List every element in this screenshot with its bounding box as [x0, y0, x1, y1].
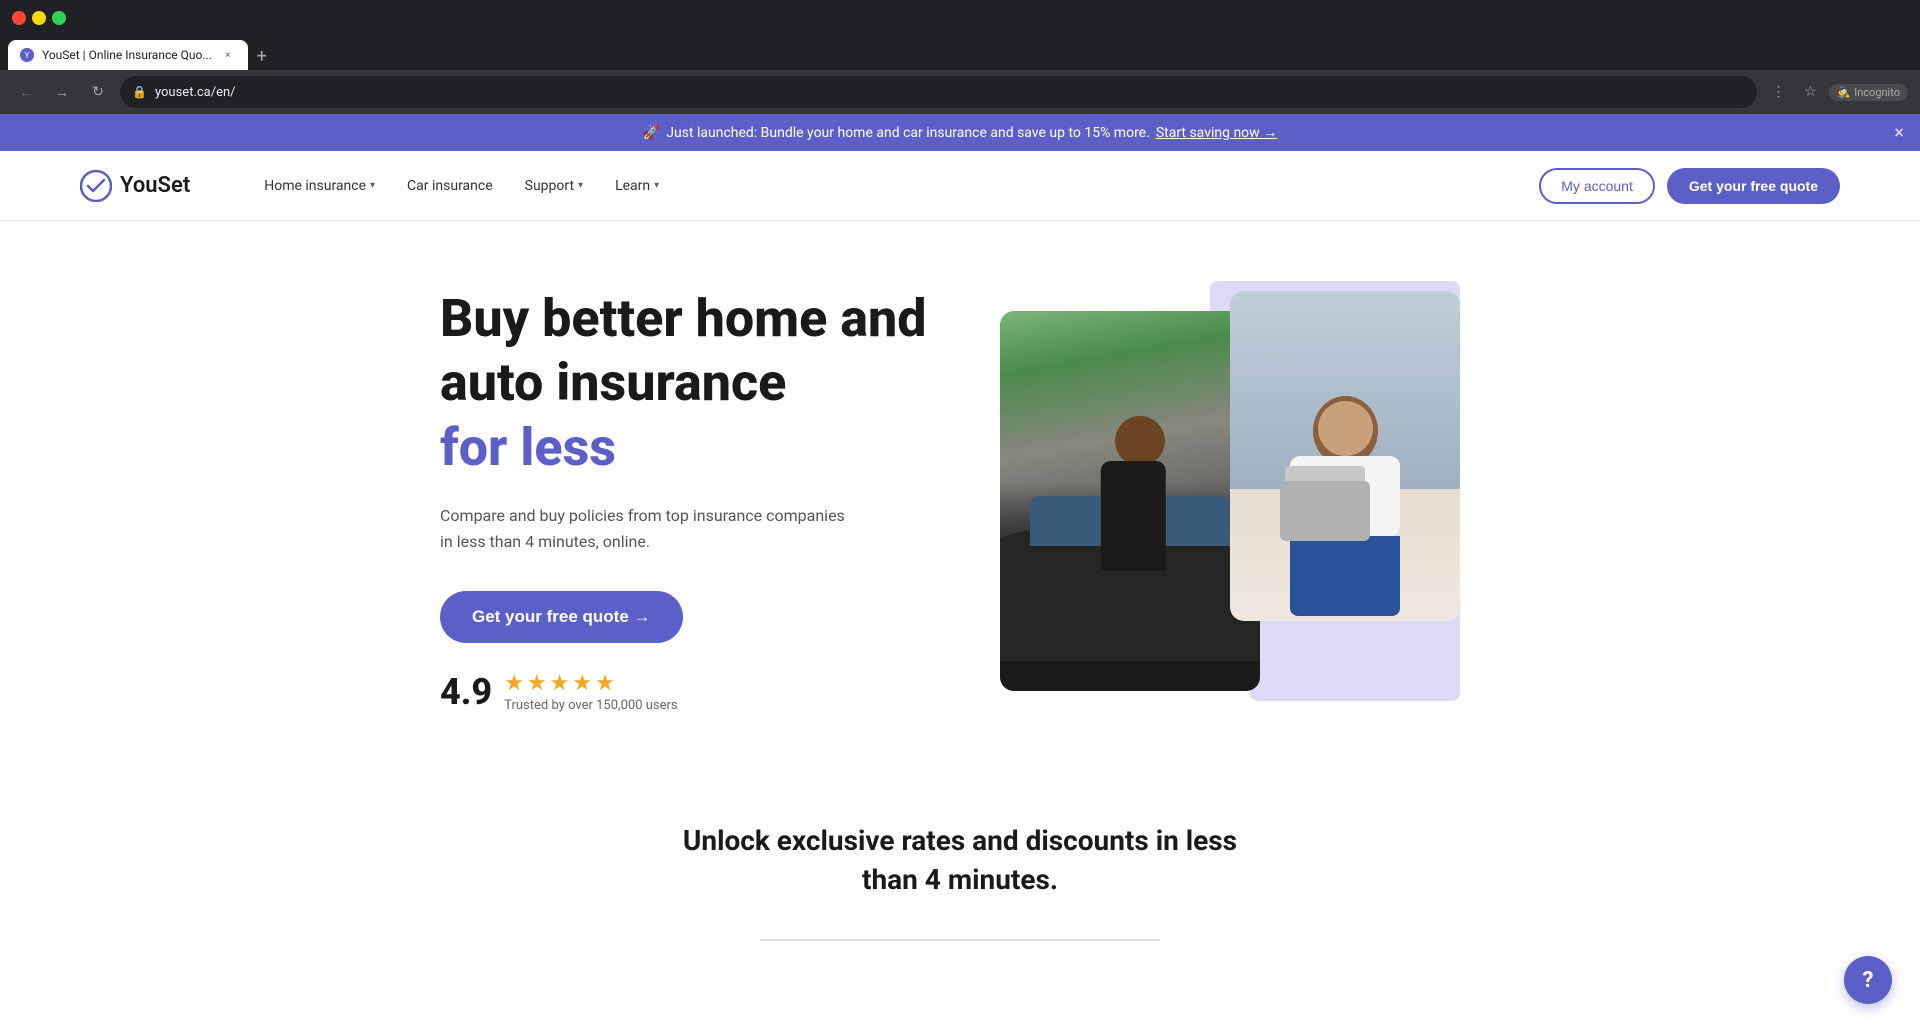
tab-close-button[interactable]: ×: [220, 47, 236, 63]
address-bar[interactable]: 🔒 youset.ca/en/: [120, 76, 1757, 108]
hero-title-line1: Buy better home and: [440, 289, 940, 349]
announcement-cta-link[interactable]: Start saving now →: [1156, 124, 1277, 141]
navbar: YouSet Home insurance ▾ Car insurance Su…: [0, 151, 1920, 221]
logo-link[interactable]: YouSet: [80, 170, 190, 202]
man-head: [1115, 416, 1165, 466]
banner-close-button[interactable]: ×: [1894, 122, 1904, 143]
stars: ★ ★ ★ ★ ★: [504, 671, 677, 696]
hero-title-accent: for less: [440, 417, 940, 479]
rocket-emoji: 🚀: [643, 125, 660, 141]
woman-laptop: [1280, 481, 1370, 541]
hero-woman-laptop-photo: [1230, 291, 1460, 621]
incognito-badge: 🕵 Incognito: [1829, 84, 1909, 101]
star-4: ★: [572, 671, 592, 696]
hero-title-line2: auto insurance: [440, 353, 940, 413]
tab-title: YouSet | Online Insurance Quo...: [42, 48, 212, 62]
star-1: ★: [504, 671, 524, 696]
my-account-button[interactable]: My account: [1539, 168, 1655, 204]
home-insurance-label: Home insurance: [264, 178, 366, 194]
bookmark-star-icon[interactable]: ☆: [1797, 78, 1825, 106]
tab-bar: Y YouSet | Online Insurance Quo... × +: [0, 36, 1920, 70]
window-maximize-button[interactable]: [52, 11, 66, 25]
logo-icon: [80, 170, 112, 202]
hero-description: Compare and buy policies from top insura…: [440, 503, 860, 554]
man-body: [1101, 461, 1166, 571]
home-insurance-chevron-icon: ▾: [370, 180, 375, 191]
support-label: Support: [525, 178, 574, 194]
incognito-icon: 🕵: [1837, 86, 1851, 99]
url-text: youset.ca/en/: [155, 85, 1745, 100]
star-3: ★: [550, 671, 570, 696]
unlock-divider: [760, 939, 1160, 941]
window-minimize-button[interactable]: [32, 11, 46, 25]
nav-item-home-insurance[interactable]: Home insurance ▾: [250, 170, 389, 202]
refresh-button[interactable]: ↻: [84, 78, 112, 106]
nav-item-car-insurance[interactable]: Car insurance: [393, 170, 507, 202]
new-tab-button[interactable]: +: [248, 42, 276, 70]
toolbar-icons: ⋮ ☆ 🕵 Incognito: [1765, 78, 1909, 106]
hero-cta-button[interactable]: Get your free quote →: [440, 591, 683, 643]
nav-item-learn[interactable]: Learn ▾: [601, 170, 673, 202]
learn-chevron-icon: ▾: [654, 180, 659, 191]
announcement-banner: 🚀 Just launched: Bundle your home and ca…: [0, 114, 1920, 151]
browser-titlebar: [0, 0, 1920, 36]
announcement-text: Just launched: Bundle your home and car …: [666, 125, 1150, 141]
rating-number: 4.9: [440, 671, 492, 713]
woman-head: [1318, 401, 1373, 456]
window-close-button[interactable]: [12, 11, 26, 25]
incognito-label: Incognito: [1854, 86, 1900, 99]
car-insurance-label: Car insurance: [407, 178, 493, 194]
tab-favicon: Y: [20, 48, 34, 62]
logo-text: YouSet: [120, 173, 190, 198]
hero-content: Buy better home and auto insurance for l…: [440, 289, 940, 712]
star-5: ★: [595, 671, 615, 696]
hero-images: [1000, 281, 1460, 721]
browser-chrome: Y YouSet | Online Insurance Quo... × + ←…: [0, 0, 1920, 114]
nav-item-support[interactable]: Support ▾: [511, 170, 597, 202]
page-content: 🚀 Just launched: Bundle your home and ca…: [0, 114, 1920, 981]
rating-label: Trusted by over 150,000 users: [504, 698, 677, 713]
forward-button[interactable]: →: [48, 78, 76, 106]
rating-section: 4.9 ★ ★ ★ ★ ★ Trusted by over 150,000 us…: [440, 671, 940, 713]
hero-car-man-photo: [1000, 311, 1260, 691]
nav-links: Home insurance ▾ Car insurance Support ▾…: [250, 170, 1539, 202]
learn-label: Learn: [615, 178, 650, 194]
hero-section: Buy better home and auto insurance for l…: [360, 221, 1560, 761]
star-2: ★: [527, 671, 547, 696]
get-free-quote-nav-button[interactable]: Get your free quote: [1667, 168, 1840, 204]
nav-actions: My account Get your free quote: [1539, 168, 1840, 204]
rating-info: ★ ★ ★ ★ ★ Trusted by over 150,000 users: [504, 671, 677, 713]
window-controls: [12, 11, 66, 25]
active-tab[interactable]: Y YouSet | Online Insurance Quo... ×: [8, 40, 248, 70]
unlock-title: Unlock exclusive rates and discounts in …: [660, 821, 1260, 899]
lock-icon: 🔒: [132, 85, 147, 99]
woman-pants: [1290, 536, 1400, 616]
support-chevron-icon: ▾: [578, 180, 583, 191]
unlock-section: Unlock exclusive rates and discounts in …: [0, 761, 1920, 981]
extensions-icon[interactable]: ⋮: [1765, 78, 1793, 106]
woman-figure: [1270, 401, 1420, 621]
help-button[interactable]: ?: [1844, 956, 1892, 1004]
back-button[interactable]: ←: [12, 78, 40, 106]
browser-toolbar: ← → ↻ 🔒 youset.ca/en/ ⋮ ☆ 🕵 Incognito: [0, 70, 1920, 114]
